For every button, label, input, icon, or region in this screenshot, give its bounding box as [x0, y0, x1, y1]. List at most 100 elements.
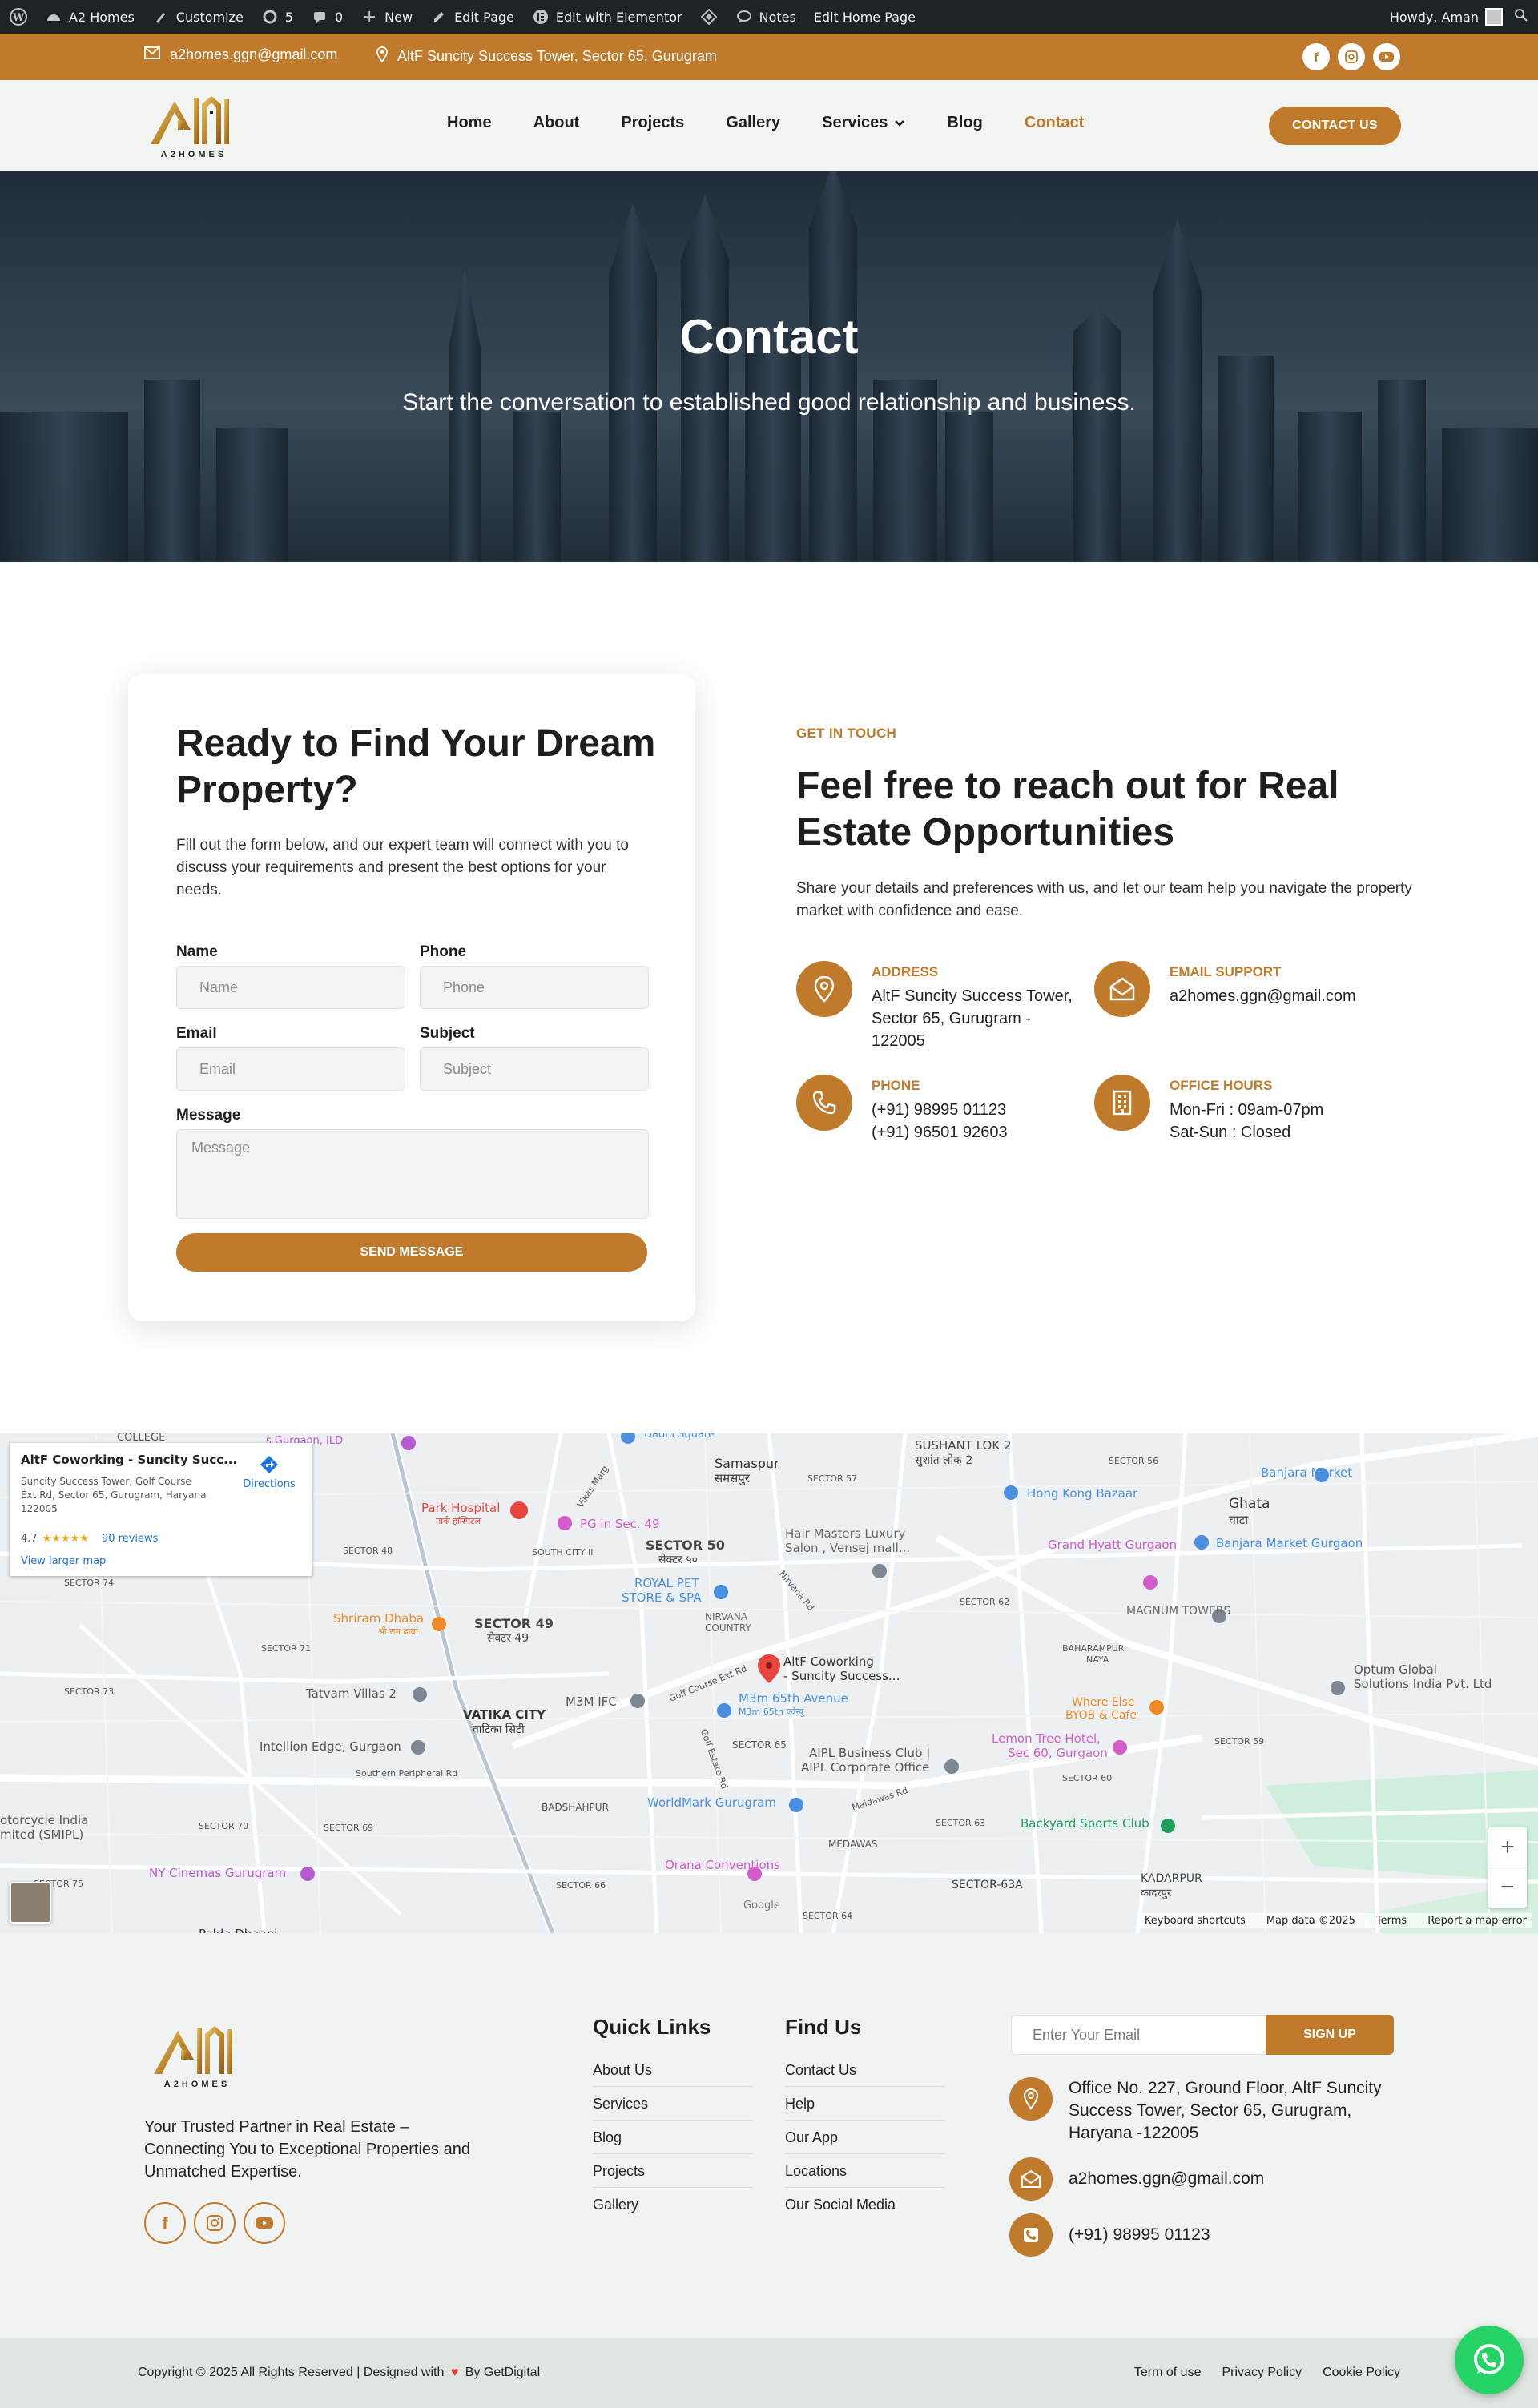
wordpress-menu[interactable]: W [10, 8, 27, 26]
google-map[interactable]: COLLEGE s Gurgaon, ILD Dadhi Square Sama… [0, 1433, 1538, 1933]
edit-page-link[interactable]: Edit Page [430, 8, 514, 26]
contact-us-button[interactable]: CONTACT US [1269, 107, 1401, 145]
search-icon[interactable] [1514, 8, 1528, 26]
zoom-in-button[interactable]: + [1488, 1827, 1527, 1867]
find-us-title: Find Us [785, 2015, 862, 2039]
directions-button[interactable]: Directions [236, 1454, 303, 1490]
office-hours-label: OFFICE HOURS [1170, 1078, 1273, 1093]
topbar-email[interactable]: a2homes.ggn@gmail.com [144, 46, 337, 63]
phone-number-1[interactable]: (+91) 98995 01123 [872, 1099, 1008, 1121]
location-pin-icon [796, 961, 852, 1017]
map-terms-link[interactable]: Terms [1376, 1915, 1407, 1927]
edit-home-link[interactable]: Edit Home Page [814, 10, 916, 25]
footer-social: f [144, 2202, 285, 2244]
address-line-3: 122005 [872, 1032, 925, 1050]
notes-link[interactable]: Notes [735, 8, 796, 26]
whatsapp-button[interactable] [1455, 2326, 1524, 2394]
nav-home[interactable]: Home [447, 114, 492, 132]
send-message-button[interactable]: SEND MESSAGE [176, 1233, 647, 1272]
satellite-toggle[interactable] [10, 1882, 51, 1924]
location-pin-icon [376, 46, 388, 66]
site-footer: A2HOMES Your Trusted Partner in Real Est… [0, 1933, 1538, 2338]
subject-input[interactable] [420, 1047, 649, 1091]
new-content-link[interactable]: + New [360, 7, 413, 27]
phone-input[interactable] [420, 966, 649, 1009]
nav-gallery[interactable]: Gallery [726, 114, 780, 132]
report-map-error-link[interactable]: Report a map error [1427, 1915, 1527, 1927]
nav-projects[interactable]: Projects [621, 114, 684, 132]
gurgaon-ild-pin-icon [401, 1436, 416, 1450]
zoom-out-button[interactable]: − [1488, 1867, 1527, 1908]
top-info-bar: a2homes.ggn@gmail.com AltF Suncity Succe… [0, 34, 1538, 80]
footer-link-projects[interactable]: Projects [593, 2154, 753, 2188]
privacy-link[interactable]: Privacy Policy [1222, 2366, 1302, 2380]
contact-form-card: Ready to Find Your Dream Property? Fill … [128, 674, 695, 1321]
footer-link-services[interactable]: Services [593, 2087, 753, 2121]
hospital-pin-icon [510, 1501, 528, 1519]
footer-link-contact[interactable]: Contact Us [785, 2053, 945, 2087]
heart-icon: ♥ [450, 2366, 459, 2379]
address-line-2: Sector 65, Gurugram - [872, 1010, 1031, 1027]
phone-number-2[interactable]: (+91) 96501 92603 [872, 1121, 1008, 1144]
message-textarea[interactable] [176, 1129, 649, 1219]
howdy-user[interactable]: Howdy, Aman [1390, 8, 1503, 26]
footer-link-app[interactable]: Our App [785, 2121, 945, 2154]
footer-link-gallery[interactable]: Gallery [593, 2188, 753, 2221]
youtube-icon[interactable] [1373, 43, 1400, 70]
footer-link-help[interactable]: Help [785, 2087, 945, 2121]
hotel-pin-icon [1143, 1575, 1158, 1590]
footer-logo[interactable]: A2HOMES [147, 2023, 247, 2092]
diamond-icon [700, 8, 718, 26]
email-input[interactable] [176, 1047, 405, 1091]
customize-link[interactable]: Customize [152, 8, 244, 26]
office-pin-icon [1331, 1681, 1345, 1695]
instagram-icon[interactable] [194, 2202, 236, 2244]
map-footer: Keyboard shortcuts Map data ©2025 Terms … [1139, 1913, 1532, 1928]
nav-services[interactable]: Services [822, 114, 905, 132]
email-support-label: EMAIL SUPPORT [1170, 964, 1282, 979]
contact-heading: Feel free to reach out for Real Estate O… [796, 765, 1339, 854]
facebook-icon[interactable]: f [1302, 43, 1330, 70]
diamond-menu[interactable] [700, 8, 718, 26]
topbar-social: f [1302, 43, 1400, 70]
support-email-link[interactable]: a2homes.ggn@gmail.com [1170, 985, 1356, 1007]
nav-blog[interactable]: Blog [947, 114, 982, 132]
brush-icon [152, 8, 170, 26]
footer-phone: (+91) 98995 01123 [1009, 2213, 1405, 2257]
address-block: ADDRESS AltF Suncity Success Tower, Sect… [796, 961, 1073, 1052]
subject-label: Subject [420, 1025, 475, 1042]
footer-link-locations[interactable]: Locations [785, 2154, 945, 2188]
sign-up-button[interactable]: SIGN UP [1266, 2015, 1394, 2055]
comments-link[interactable]: 0 [311, 8, 343, 26]
site-name-link[interactable]: A2 Homes [45, 8, 135, 26]
elementor-icon [532, 8, 550, 26]
cookie-link[interactable]: Cookie Policy [1323, 2366, 1400, 2380]
site-logo[interactable]: A2HOMES [144, 93, 244, 163]
footer-link-blog[interactable]: Blog [593, 2121, 753, 2154]
terms-link[interactable]: Term of use [1134, 2366, 1202, 2380]
view-larger-map-link[interactable]: View larger map [21, 1555, 106, 1567]
svg-text:A2HOMES: A2HOMES [161, 150, 227, 159]
tatvam-pin-icon [413, 1687, 427, 1702]
nav-about[interactable]: About [533, 114, 580, 132]
nav-contact[interactable]: Contact [1025, 114, 1084, 132]
edit-elementor-link[interactable]: Edit with Elementor [532, 8, 682, 26]
phone-block: PHONE (+91) 98995 01123 (+91) 96501 9260… [796, 1075, 1008, 1144]
getdigital-link[interactable]: By GetDigital [465, 2366, 540, 2379]
office-hours-block: OFFICE HOURS Mon-Fri : 09am-07pm Sat-Sun… [1094, 1075, 1323, 1144]
copyright-bar: Copyright © 2025 All Rights Reserved | D… [0, 2338, 1538, 2408]
newsletter-email-input[interactable] [1011, 2015, 1267, 2055]
phone-icon [1009, 2213, 1053, 2257]
instagram-icon[interactable] [1338, 43, 1365, 70]
m3m-pin-icon [630, 1694, 645, 1708]
footer-link-social[interactable]: Our Social Media [785, 2188, 945, 2221]
name-label: Name [176, 943, 218, 960]
youtube-icon[interactable] [244, 2202, 285, 2244]
footer-link-about[interactable]: About Us [593, 2053, 753, 2087]
name-input[interactable] [176, 966, 405, 1009]
updates-link[interactable]: 5 [261, 8, 293, 26]
facebook-icon[interactable]: f [144, 2202, 186, 2244]
reviews-link[interactable]: 90 reviews [102, 1533, 158, 1545]
footer-email: a2homes.ggn@gmail.com [1009, 2157, 1405, 2201]
keyboard-shortcuts-link[interactable]: Keyboard shortcuts [1145, 1915, 1246, 1927]
